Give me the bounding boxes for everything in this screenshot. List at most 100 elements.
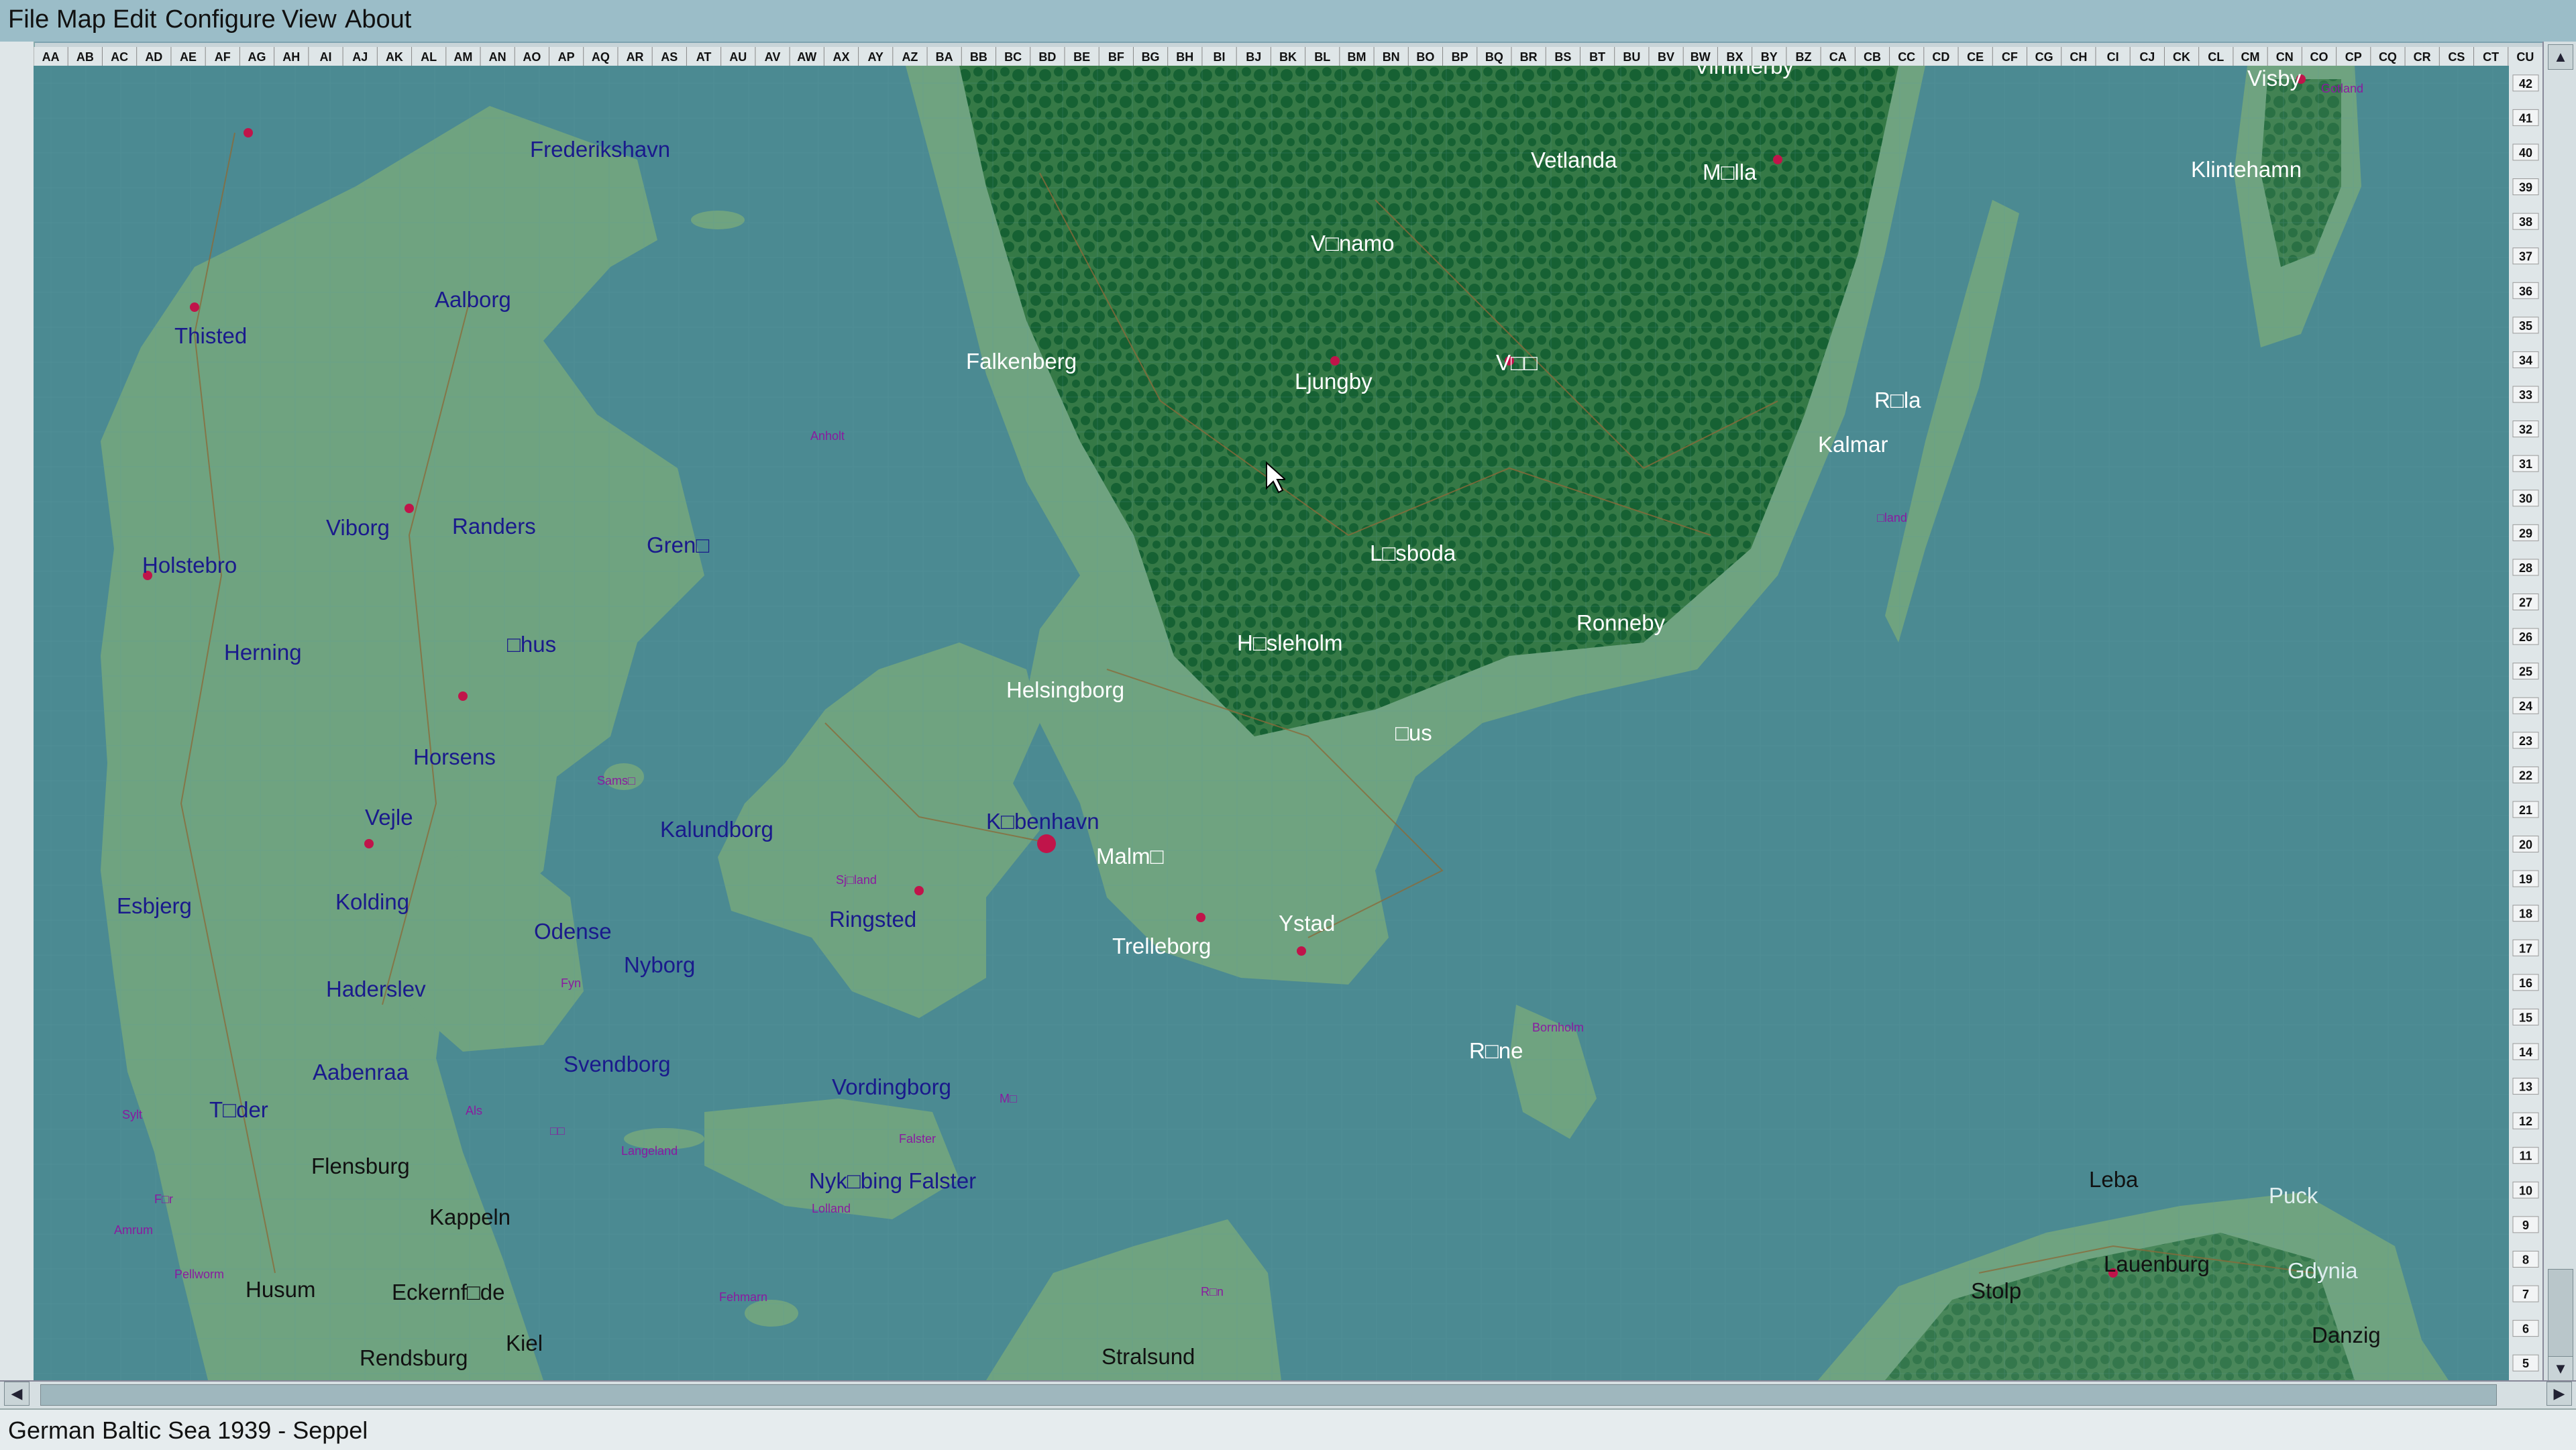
city-vimmerby: Vimmerby [1695,66,1794,78]
column-label: AQ [592,50,610,64]
island-sylt: Sylt [122,1108,143,1121]
city-ljungby: Ljungby [1295,369,1373,394]
column-label: AR [627,50,644,64]
column-label: AX [833,50,849,64]
column-label: AH [282,50,300,64]
vertical-scroll-thumb[interactable] [2548,1269,2573,1357]
city-aabenraa: Aabenraa [313,1060,409,1084]
row-label: 20 [2519,838,2532,852]
city-vordingborg: Vordingborg [832,1074,951,1099]
menu-map[interactable]: Map [56,5,106,34]
vertical-scrollbar[interactable]: ▲ ▼ [2542,42,2576,1383]
column-label: AG [248,50,266,64]
scroll-right-arrow-icon[interactable]: ▶ [2546,1382,2572,1406]
column-label: CJ [2139,50,2155,64]
city-tonder: T□der [209,1097,268,1122]
row-label: 11 [2519,1150,2532,1163]
city-kalmar: Kalmar [1818,432,1888,457]
menu-view[interactable]: View [282,5,337,34]
column-label: AA [42,50,60,64]
column-label: BF [1108,50,1124,64]
column-label: AJ [352,50,368,64]
row-label: 19 [2519,873,2532,886]
column-label: CU [2516,50,2534,64]
island-lolland: Lolland [812,1202,851,1215]
column-ruler-labels: AA AB AC AD AE AF AG AH AI AJ AK AL AM AN AO AP AQ AR AS AT… [34,47,2534,66]
city-gdynia: Gdynia [2288,1258,2358,1283]
row-label: 26 [2519,630,2532,644]
row-label: 38 [2519,215,2532,229]
menu-about[interactable]: About [345,5,411,34]
row-label: 33 [2519,388,2532,402]
column-label: AN [489,50,506,64]
city-helsingborg: Helsingborg [1006,677,1125,702]
column-label: BI [1214,50,1226,64]
column-label: BR [1520,50,1538,64]
horizontal-scroll-thumb[interactable] [40,1384,2497,1406]
row-label: 31 [2519,457,2532,471]
scroll-left-arrow-icon[interactable]: ◀ [4,1382,30,1406]
scroll-down-arrow-icon[interactable]: ▼ [2548,1356,2573,1382]
column-label: BO [1416,50,1434,64]
map-view[interactable]: Frederikshavn Aalborg Thisted Viborg Ran… [34,66,2509,1380]
column-label: CQ [2379,50,2397,64]
row-label: 8 [2522,1253,2529,1266]
city-nykobing: Nyk□bing Falster [809,1168,977,1193]
row-label: 24 [2519,700,2532,713]
column-label: BG [1142,50,1160,64]
left-gutter [0,42,35,1383]
city-hassleholm-l: L□sboda [1370,541,1456,565]
column-label: AI [319,50,331,64]
city-klintehamn: Klintehamn [2191,157,2302,182]
island-falster: Falster [899,1132,936,1146]
row-ruler-labels: 42 41 40 39 38 37 36 35 34 33 32 31 30 29 28 27 26 25 24 23… [2512,74,2539,1372]
menu-bar: File Map Edit Configure View About [0,0,2576,43]
island-fyn: Fyn [561,977,582,990]
row-label: 18 [2519,907,2532,921]
column-label: CC [1898,50,1915,64]
column-label: AV [765,50,781,64]
column-label: BZ [1795,50,1811,64]
row-label: 35 [2519,319,2532,333]
city-hassleholm: H□sleholm [1237,630,1343,655]
column-label: BX [1727,50,1743,64]
island-aero: □□ [550,1124,565,1137]
row-label: 25 [2519,665,2532,679]
city-ronne: R□ne [1469,1038,1523,1063]
city-vaxjo: V□□ [1496,350,1538,375]
column-label: CM [2241,50,2260,64]
island-oland: □land [1877,511,1907,524]
city-ahus: □us [1395,720,1432,745]
city-eckernforde: Eckernf□de [392,1280,505,1304]
city-kalundborg: Kalundborg [660,817,773,842]
row-label: 14 [2519,1046,2532,1059]
column-label: CE [1967,50,1984,64]
city-monsteras: M□lla [1703,160,1757,184]
city-horsens: Horsens [413,744,496,769]
menu-file[interactable]: File [8,5,49,34]
column-label: AB [76,50,94,64]
island-pellworm: Pellworm [174,1268,225,1281]
column-label: BM [1347,50,1366,64]
city-kiel: Kiel [506,1331,543,1355]
horizontal-scrollbar[interactable]: ◀ ▶ [0,1380,2576,1408]
column-label: BY [1761,50,1778,64]
column-label: AC [111,50,128,64]
menu-edit[interactable]: Edit [113,5,156,34]
city-randers: Randers [452,514,536,539]
city-trelleborg: Trelleborg [1112,934,1212,958]
column-label: BA [936,50,953,64]
scroll-up-arrow-icon[interactable]: ▲ [2548,44,2573,70]
menu-configure[interactable]: Configure [165,5,276,34]
island-anholt: Anholt [810,429,845,443]
column-label: BU [1623,50,1640,64]
row-label: 30 [2519,492,2532,506]
city-herning: Herning [224,640,302,665]
city-svendborg: Svendborg [564,1052,671,1076]
column-label: CR [2414,50,2431,64]
island-mon: M□ [1000,1092,1017,1105]
island-fohr: F□r [154,1192,173,1206]
city-kobenhavn: K□benhavn [986,809,1099,834]
row-label: 36 [2519,284,2532,298]
column-label: BE [1073,50,1090,64]
